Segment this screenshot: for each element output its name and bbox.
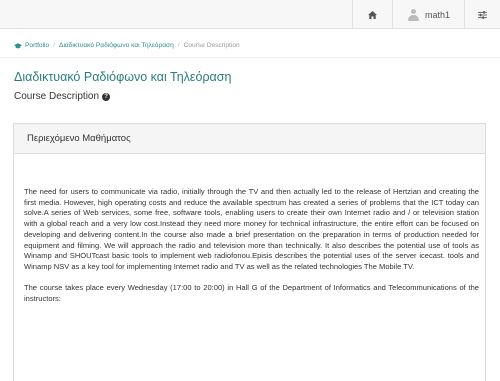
breadcrumb-course[interactable]: Διαδικτυακό Ραδιόφωνο και Τηλεόραση [59,42,174,49]
course-content-panel: Περιεχόμενο Μαθήματος The need for users… [13,123,486,381]
sliders-icon [478,10,487,19]
breadcrumb-current: Course Description [183,42,240,49]
page-title: Διαδικτυακό Ραδιόφωνο και Τηλεόραση [14,70,232,84]
home-button[interactable] [352,0,392,29]
graduation-cap-icon [14,42,22,48]
breadcrumb-separator: / [53,42,56,49]
schedule-paragraph: The course takes place every Wednesday (… [24,283,479,303]
panel-heading: Περιεχόμενο Μαθήματος [14,124,485,154]
divider [0,57,500,58]
description-paragraph: The need for users to communicate via ra… [24,187,479,271]
breadcrumb-portfolio[interactable]: Portfolio [25,42,49,49]
home-icon [368,10,377,19]
subtitle-label: Course Description [14,91,100,102]
username-label: math1 [425,9,451,20]
top-navbar: math1 [0,0,500,29]
page-subtitle: Course Description ? [14,91,111,102]
user-menu[interactable]: math1 [392,0,464,29]
question-circle-icon[interactable]: ? [102,92,111,101]
settings-button[interactable] [464,0,500,29]
breadcrumb: Portfolio / Διαδικτυακό Ραδιόφωνο και Τη… [14,42,240,49]
user-avatar-icon [408,8,419,21]
panel-body: The need for users to communicate via ra… [24,187,479,315]
breadcrumb-separator: / [177,42,180,49]
